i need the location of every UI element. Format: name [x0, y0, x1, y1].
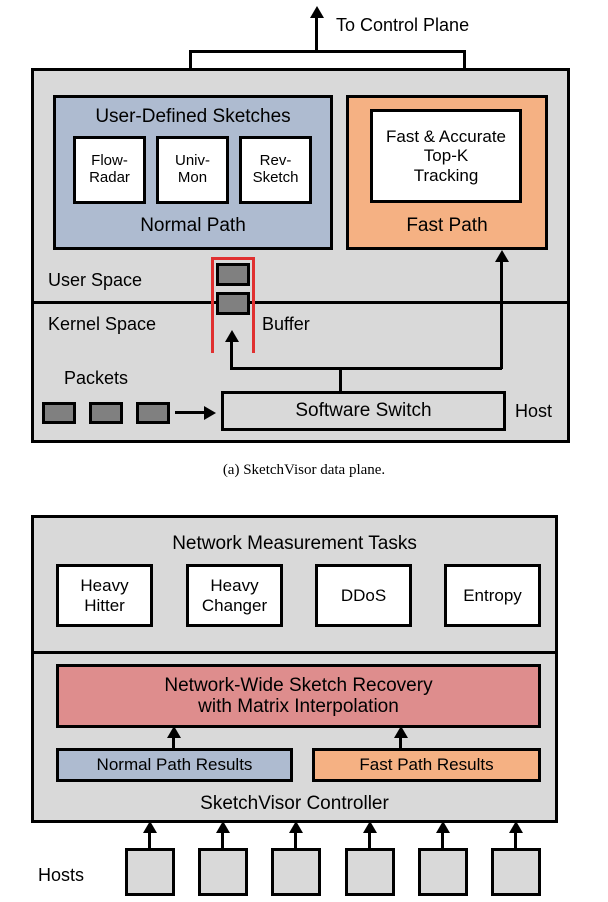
host-arrow-stem	[148, 832, 151, 849]
host-arrow-stem	[441, 832, 444, 849]
recovery-line1: Network-Wide Sketch Recovery	[164, 674, 433, 696]
fast-path-results-label: Fast Path Results	[359, 755, 494, 775]
task-box-heavy-hitter[interactable]: Heavy Hitter	[56, 564, 153, 627]
task-box-heavy-changer[interactable]: Heavy Changer	[186, 564, 283, 627]
controller-panel: Network Measurement Tasks Heavy Hitter H…	[31, 515, 558, 823]
host-box[interactable]	[125, 848, 175, 896]
host-arrow-stem	[514, 832, 517, 849]
host-arrowhead	[436, 821, 450, 833]
host-box[interactable]	[198, 848, 248, 896]
host-arrowhead	[363, 821, 377, 833]
task-label-line1: DDoS	[340, 585, 387, 605]
host-box[interactable]	[491, 848, 541, 896]
fast-path-results-box[interactable]: Fast Path Results	[312, 748, 541, 782]
normal-results-arrow-stem	[172, 737, 175, 749]
host-arrow-stem	[368, 832, 371, 849]
recovery-line2: with Matrix Interpolation	[198, 696, 399, 717]
controller-label: SketchVisor Controller	[200, 793, 389, 815]
task-label-line1: Heavy	[80, 576, 129, 596]
normal-path-results-label: Normal Path Results	[96, 755, 253, 775]
host-arrowhead	[509, 821, 523, 833]
task-label-line2: Hitter	[84, 595, 125, 615]
tasks-title: Network Measurement Tasks	[172, 533, 417, 555]
figure-b-controller: Network Measurement Tasks Heavy Hitter H…	[0, 0, 608, 902]
task-box-entropy[interactable]: Entropy	[444, 564, 541, 627]
tasks-divider	[34, 651, 555, 654]
task-box-ddos[interactable]: DDoS	[315, 564, 412, 627]
normal-path-results-box[interactable]: Normal Path Results	[56, 748, 293, 782]
host-arrowhead	[216, 821, 230, 833]
host-arrowhead	[289, 821, 303, 833]
host-arrowhead	[143, 821, 157, 833]
fast-results-arrowhead	[394, 726, 408, 738]
host-box[interactable]	[345, 848, 395, 896]
fast-results-arrow-stem	[399, 737, 402, 749]
hosts-label: Hosts	[38, 865, 85, 885]
host-arrow-stem	[221, 832, 224, 849]
sketch-recovery-box[interactable]: Network-Wide Sketch Recovery with Matrix…	[56, 664, 541, 728]
host-arrow-stem	[294, 832, 297, 849]
task-label-line2: Changer	[201, 595, 268, 615]
task-label-line1: Heavy	[210, 576, 259, 596]
host-box[interactable]	[418, 848, 468, 896]
normal-results-arrowhead	[167, 726, 181, 738]
host-box[interactable]	[271, 848, 321, 896]
task-label-line1: Entropy	[463, 585, 522, 605]
